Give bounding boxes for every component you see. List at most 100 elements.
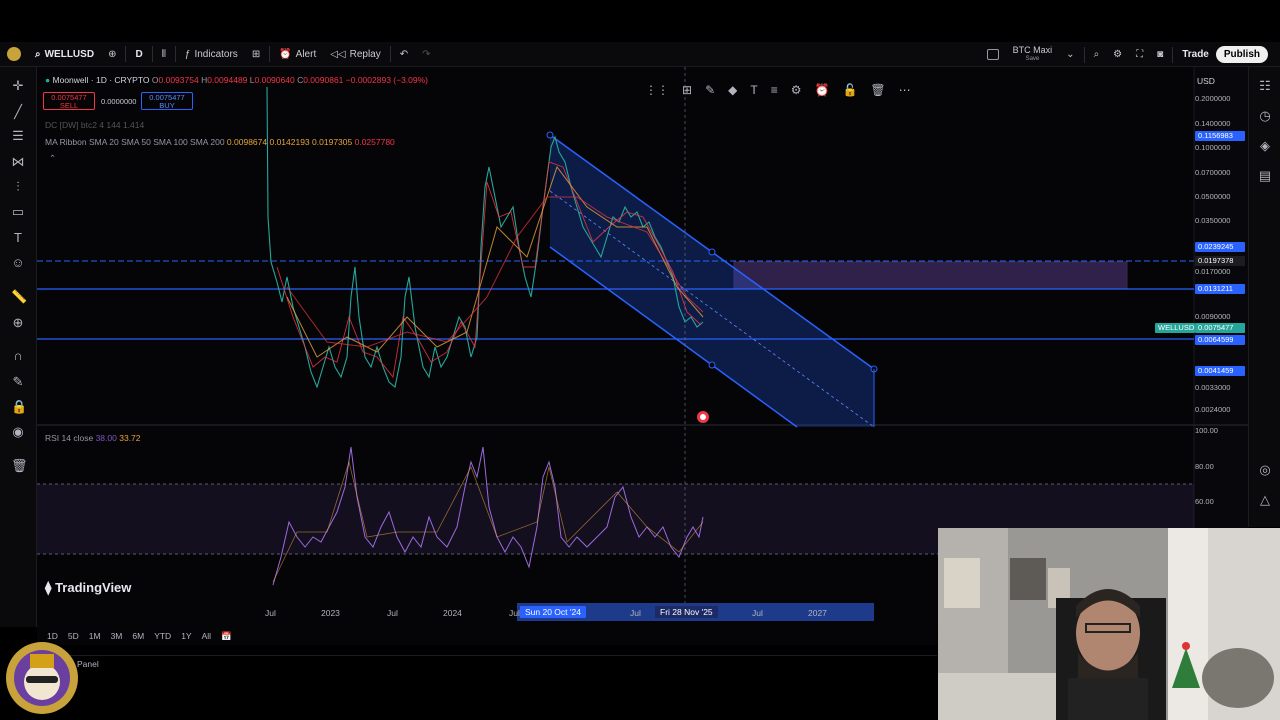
undo-button[interactable]: ↶ [393,42,415,67]
pencil-lock-icon[interactable]: ✎ [11,375,25,389]
snapshot-button[interactable]: ◙ [1150,42,1170,67]
time-tick: 2023 [321,608,340,618]
symbol-tag: WELLUSD [1155,323,1195,333]
time-tick: Jul [630,608,641,618]
alarm-icon: ⏰ [279,48,292,60]
more-icon[interactable]: ⋯ [899,83,911,97]
alert-icon[interactable]: ⏰ [814,83,829,97]
price-tick: 0.0350000 [1195,216,1231,225]
templates-button[interactable]: ⊞ [245,42,267,67]
price-tick: 0.0024000 [1195,405,1231,414]
undo-icon: ↶ [399,48,409,60]
time-tick: Jul [387,608,398,618]
rsi-tick: 80.00 [1195,462,1214,471]
ma-ribbon-legend[interactable]: MA Ribbon SMA 20 SMA 50 SMA 100 SMA 200 … [45,137,395,147]
rsi-legend[interactable]: RSI 14 close 38.00 33.72 [45,433,141,443]
channel-handle[interactable] [708,361,716,369]
emoji-icon[interactable]: ☺ [11,256,25,270]
layers-icon[interactable]: ◈ [1258,139,1272,153]
magnet-icon[interactable]: ∩ [11,349,25,363]
ruler-icon[interactable]: 📏 [11,290,27,304]
time-tag-start: Sun 20 Oct '24 [520,606,586,618]
channel-handle[interactable] [708,248,716,256]
range-all[interactable]: All [202,631,211,641]
line-color-icon[interactable]: ✎ [705,83,715,97]
layout-icon [986,49,999,60]
dc-indicator-legend[interactable]: DC [DW] btc2 4 144 1.414 [45,120,144,130]
trend-line-icon[interactable]: ╱ [11,105,25,119]
ideas-icon[interactable]: △ [1258,493,1272,507]
settings-icon[interactable]: ⚙ [791,83,802,97]
alert-button[interactable]: ⏰ Alert [272,42,323,67]
compare-button[interactable]: ⊕ [101,42,123,67]
time-tag-crosshair: Fri 28 Nov '25 [655,606,718,618]
line-style-icon[interactable]: ≡ [771,83,778,97]
crosshair-icon[interactable]: ✛ [11,79,25,93]
top-toolbar: ⌕ WELLUSD ⊕ D ⫴ ƒ Indicators ⊞ ⏰ Alert ◁◁ Re… [0,42,1280,67]
price-tag: 0.0131211 [1195,284,1245,294]
current-price-tag: 0.0075477 [1195,323,1245,333]
range-3m[interactable]: 3M [111,631,123,641]
trash-icon[interactable]: 🗑 [870,83,885,97]
range-ytd[interactable]: YTD [154,631,171,641]
pattern-icon[interactable]: ⋈ [11,155,25,169]
chart-type-button[interactable]: ⫴ [155,42,173,67]
search-icon: ⌕ [1093,49,1100,60]
avatar[interactable] [0,42,28,67]
horizontal-lines-icon[interactable]: ☰ [11,129,25,143]
buy-button[interactable]: 0.0075477 BUY [141,92,193,110]
rectangle-icon[interactable]: ▭ [11,205,25,219]
chevron-down-icon[interactable]: ⌄ [1059,42,1081,67]
replay-button[interactable]: ◁◁ Replay [323,42,388,67]
date-range-icon[interactable]: 📅 [221,631,232,642]
trash-icon[interactable]: 🗑 [11,459,28,473]
publish-button[interactable]: Publish [1215,46,1268,63]
price-tick: 0.0500000 [1195,192,1231,201]
watchlist-icon[interactable]: ☷ [1258,79,1272,93]
quick-search-button[interactable]: ⌕ [1087,42,1107,67]
template-icon[interactable]: ⊞ [682,83,692,97]
channel-handle[interactable] [546,131,554,139]
price-tick: 0.2000000 [1195,94,1231,103]
webcam-feed [938,528,1280,720]
target-icon[interactable]: ◎ [1258,463,1272,477]
rsi-tick: 100.00 [1195,426,1218,435]
price-tag: 0.0041459 [1195,366,1245,376]
tradingview-watermark: ⧫ TradingView [45,580,132,595]
price-tag: 0.1156983 [1195,131,1245,141]
supply-zone[interactable] [733,261,1128,290]
interval-button[interactable]: D [128,42,149,67]
clock-icon[interactable]: ◷ [1258,109,1272,123]
sell-button[interactable]: 0.0075477 SELL [43,92,95,110]
price-tick: 0.0033000 [1195,383,1231,392]
time-tick: Jul [509,608,520,618]
fullscreen-button[interactable]: ⛶ [1129,42,1150,67]
zoom-icon[interactable]: ⊕ [11,316,25,330]
range-1y[interactable]: 1Y [181,631,191,641]
chat-icon[interactable]: ▤ [1258,169,1272,183]
text-icon[interactable]: T [11,231,25,245]
rewind-icon: ◁◁ [330,48,346,60]
range-6m[interactable]: 6M [132,631,144,641]
indicators-button[interactable]: ƒ Indicators [178,42,245,67]
lock-icon[interactable]: 🔓 [842,83,857,97]
symbol-search[interactable]: ⌕ WELLUSD [28,42,101,67]
price-tick: 0.0170000 [1195,267,1231,276]
range-1m[interactable]: 1M [89,631,101,641]
eye-icon[interactable]: ◉ [11,425,25,439]
fib-icon[interactable]: ⫶ [11,180,25,194]
collapse-legend-icon[interactable]: ⌃ [49,153,56,164]
layout-menu[interactable]: BTC Maxi Save [1006,42,1060,67]
ohlc-open-label: O [151,75,159,85]
lock-icon[interactable]: 🔒 [11,400,27,414]
candles-icon: ⫴ [161,48,166,60]
text-color-icon[interactable]: T [750,83,757,97]
layout-toggle[interactable] [980,42,1006,67]
fill-color-icon[interactable]: ◆ [728,83,737,97]
drag-handle-icon[interactable]: ⋮⋮ [645,83,669,97]
trade-button[interactable]: Trade [1175,42,1216,67]
settings-button[interactable]: ⚙ [1106,42,1129,67]
currency-label[interactable]: USD [1197,76,1215,86]
compare-icon: ⊕ [108,48,117,60]
redo-button[interactable]: ↷ [415,42,437,67]
